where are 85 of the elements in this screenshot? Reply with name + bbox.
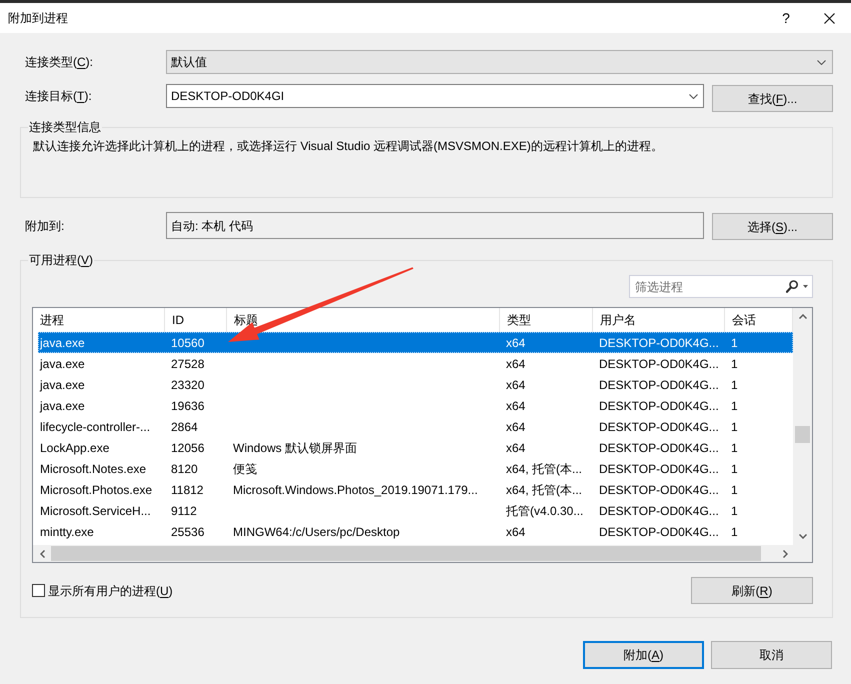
table-cell-text: java.exe (39, 334, 86, 352)
table-cell-text: DESKTOP-OD0K4G... (598, 398, 720, 414)
checkbox[interactable] (32, 584, 45, 597)
table-cell-text: 8120 (170, 460, 199, 478)
table-cell-text: mintty.exe (39, 524, 95, 540)
table-cell-text: x64, 托管(本... (505, 460, 584, 478)
table-cell-text: LockApp.exe (39, 440, 110, 456)
table-cell-text: MINGW64:/c/Users/pc/Desktop (232, 524, 401, 540)
table-cell-text: 便笺 (232, 460, 258, 478)
table-cell-text: DESKTOP-OD0K4G... (598, 502, 720, 520)
help-button[interactable]: ? (764, 3, 808, 33)
table-cell-text: x64 (505, 418, 526, 436)
table-cell-text: 19636 (170, 398, 206, 414)
search-icon (786, 280, 798, 293)
table-cell-text: Microsoft.Windows.Photos_2019.19071.179... (232, 482, 479, 498)
table-cell-text: 1 (730, 418, 739, 436)
scroll-down-icon[interactable] (798, 534, 806, 539)
table-cell-text: x64, 托管(本... (505, 482, 584, 498)
table-cell-text: 12056 (170, 440, 206, 456)
table-cell-text: DESKTOP-OD0K4G... (598, 460, 720, 478)
table-cell-text: DESKTOP-OD0K4G... (598, 356, 720, 372)
table-cell-text: 1 (730, 376, 739, 394)
scrollbar-thumb[interactable] (795, 426, 810, 443)
table-cell-text: lifecycle-controller-... (39, 418, 152, 436)
table-cell-text: 1 (730, 502, 739, 520)
scroll-up-icon[interactable] (798, 314, 806, 319)
attach-to-field: 自动: 本机 代码 (166, 212, 704, 239)
chevron-down-icon (689, 94, 698, 98)
table-cell-text: 1 (730, 356, 739, 372)
field-label: 附加到: (24, 218, 66, 234)
select-button[interactable]: 选择(S)... (712, 213, 833, 240)
refresh-button[interactable]: 刷新(R) (691, 577, 813, 604)
table-cell-text: 27528 (170, 356, 206, 372)
table-cell-text: x64 (505, 356, 526, 372)
group-title: 可用进程(V) (28, 253, 94, 267)
table-cell-text: Microsoft.ServiceH... (39, 502, 152, 520)
table-cell-text: Windows 默认锁屏界面 (232, 440, 358, 456)
table-cell-text: x64 (505, 524, 526, 540)
table-cell-text: java.exe (39, 376, 86, 394)
filter-field[interactable]: 筛选进程 (629, 275, 813, 298)
find-button[interactable]: 查找(F)... (712, 85, 833, 112)
window-title: 附加到进程 (7, 10, 68, 26)
table-cell-text: 1 (730, 440, 739, 456)
process-row[interactable]: java.exe 10560 x64 DESKTOP-OD0K4G... 1 (38, 332, 793, 353)
table-cell-text: 1 (730, 524, 739, 540)
table-cell-text: Microsoft.Notes.exe (39, 460, 148, 478)
table-cell-text: Microsoft.Photos.exe (39, 482, 154, 498)
description-text: 默认连接允许选择此计算机上的进程，或选择运行 Visual Studio 远程调试器(MSVSMON.EXE)的远程计算机上的进程。 (33, 138, 664, 154)
table-cell-text: 23320 (170, 376, 206, 394)
scroll-left-icon[interactable] (40, 550, 44, 558)
table-cell-text: x64 (505, 376, 526, 394)
table-cell-text: 25536 (170, 524, 206, 540)
table-cell-text: x64 (505, 398, 526, 414)
chevron-down-icon (817, 60, 826, 64)
table-cell-text: 1 (730, 460, 739, 478)
table-cell-text: 1 (730, 334, 739, 352)
checkbox-label: 显示所有用户的进程(U) (48, 582, 173, 600)
field-label: 连接类型(C): (24, 54, 94, 71)
table-cell-text: x64 (505, 440, 526, 456)
table-cell-text: java.exe (39, 398, 86, 414)
table-cell-text: 10560 (170, 334, 206, 352)
scrollbar-thumb[interactable] (51, 546, 761, 561)
table-cell-text: 11812 (170, 482, 204, 498)
close-icon (824, 12, 835, 24)
table-cell-text: DESKTOP-OD0K4G... (598, 482, 720, 498)
table-cell-text: 1 (730, 398, 739, 414)
field-label: 连接目标(T): (24, 88, 93, 105)
caret-down-icon[interactable] (803, 285, 808, 288)
scroll-right-icon[interactable] (783, 550, 788, 558)
table-cell-text: DESKTOP-OD0K4G... (598, 418, 720, 436)
connection-target-combo-box[interactable]: DESKTOP-OD0K4GI (166, 84, 704, 108)
attach-button[interactable]: 附加(A) (583, 641, 704, 669)
connection-type-dropdown[interactable]: 默认值 (166, 50, 833, 74)
table-cell-text: 1 (730, 482, 739, 498)
table-cell-text: DESKTOP-OD0K4G... (598, 440, 720, 456)
cancel-button[interactable]: 取消 (711, 641, 832, 669)
table-cell-text: 9112 (170, 502, 198, 520)
table-cell-text: DESKTOP-OD0K4G... (598, 524, 720, 540)
table-cell-text: x64 (505, 334, 526, 352)
group-title: 连接类型信息 (28, 120, 102, 134)
table-cell-text: java.exe (39, 356, 86, 372)
table-cell-text: 2864 (170, 418, 199, 436)
table-cell-text: DESKTOP-OD0K4G... (598, 376, 720, 394)
table-cell-text: DESKTOP-OD0K4G... (598, 334, 720, 352)
table-cell-text: 托管(v4.0.30... (505, 502, 584, 520)
